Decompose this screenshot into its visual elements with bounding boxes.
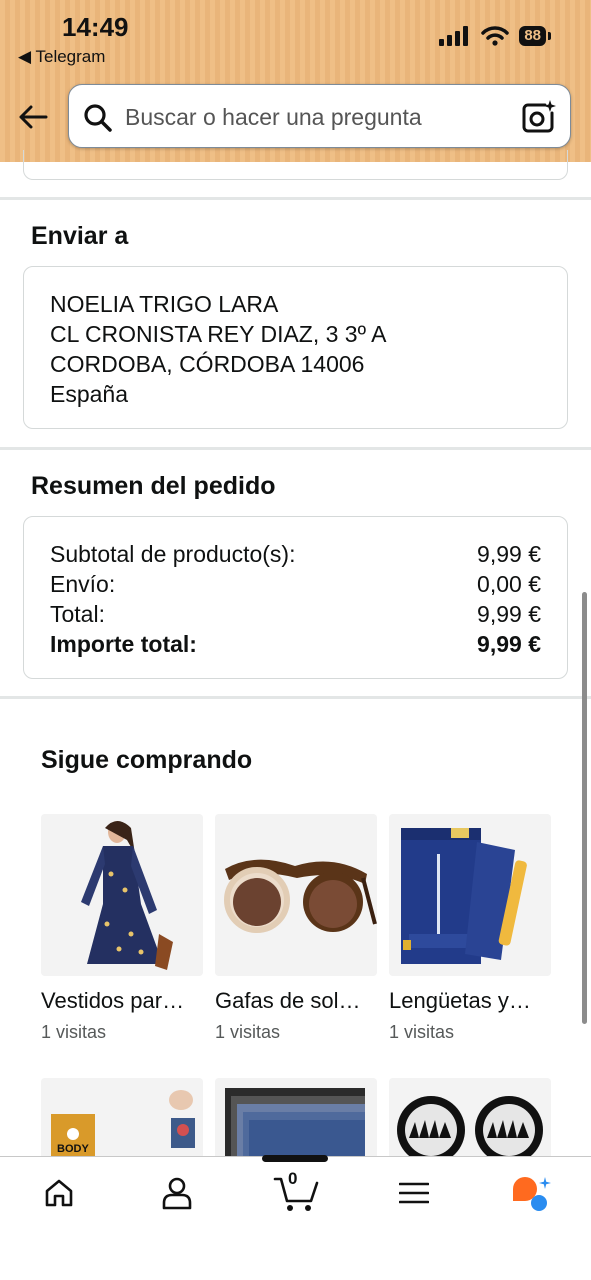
camera-search-icon[interactable] xyxy=(520,99,556,135)
address-name: NOELIA TRIGO LARA xyxy=(50,291,279,317)
summary-row-total: Total: 9,99 € xyxy=(50,599,541,629)
section-divider xyxy=(0,447,591,450)
rufus-assistant-icon xyxy=(513,1177,551,1211)
product-card[interactable]: Lengüetas y… 1 visitas xyxy=(389,814,551,1043)
summary-row-grand-total: Importe total: 9,99 € xyxy=(50,629,541,659)
search-bar[interactable] xyxy=(68,84,571,148)
product-image-body[interactable]: BODY xyxy=(41,1078,203,1168)
product-name[interactable]: Lengüetas y… xyxy=(389,988,551,1014)
cart-count-badge: 0 xyxy=(288,1169,298,1188)
summary-value: 0,00 € xyxy=(477,571,541,597)
product-name[interactable]: Vestidos par… xyxy=(41,988,203,1014)
summary-row-shipping: Envío: 0,00 € xyxy=(50,569,541,599)
product-image-mirrors[interactable] xyxy=(389,1078,551,1168)
section-divider xyxy=(0,197,591,200)
nav-cart[interactable]: 0 xyxy=(266,1169,326,1215)
address-street: CL CRONISTA REY DIAZ, 3 3º A xyxy=(50,321,387,347)
previous-card-edge xyxy=(23,150,568,180)
wifi-icon xyxy=(481,26,510,46)
nav-menu[interactable] xyxy=(384,1171,444,1215)
scroll-handle xyxy=(262,1155,328,1162)
product-visits: 1 visitas xyxy=(215,1022,281,1042)
address-city: CORDOBA, CÓRDOBA 14006 xyxy=(50,351,365,377)
summary-label: Subtotal de producto(s): xyxy=(50,541,296,567)
home-icon xyxy=(45,1179,73,1207)
order-summary-title: Resumen del pedido xyxy=(31,472,276,500)
shipping-address-card: NOELIA TRIGO LARA CL CRONISTA REY DIAZ, … xyxy=(23,266,568,429)
bottom-navigation: 0 xyxy=(0,1156,591,1280)
product-card[interactable]: Gafas de sol… 1 visitas xyxy=(215,814,377,1043)
battery-tip xyxy=(548,32,551,40)
nav-home[interactable] xyxy=(29,1171,89,1215)
menu-icon xyxy=(399,1182,429,1204)
status-time: 14:49 xyxy=(62,12,129,42)
product-visits: 1 visitas xyxy=(389,1022,455,1042)
summary-value: 9,99 € xyxy=(477,541,541,567)
ship-to-title: Enviar a xyxy=(31,222,129,250)
summary-label: Total: xyxy=(50,601,105,627)
back-to-telegram-link[interactable]: ◀ Telegram xyxy=(18,47,105,67)
address-country: España xyxy=(50,381,129,407)
cellular-signal-icon xyxy=(439,26,469,46)
product-visits: 1 visitas xyxy=(41,1022,107,1042)
scrollbar[interactable] xyxy=(582,592,587,1024)
status-icons: 88 xyxy=(439,26,551,46)
keep-shopping-title: Sigue comprando xyxy=(41,746,253,774)
summary-value: 9,99 € xyxy=(477,631,541,657)
app-header: 14:49 ◀ Telegram 88 xyxy=(0,0,591,162)
order-summary-card: Subtotal de producto(s): 9,99 € Envío: 0… xyxy=(23,516,568,679)
summary-value: 9,99 € xyxy=(477,601,541,627)
battery-indicator: 88 xyxy=(519,26,546,46)
summary-row-subtotal: Subtotal de producto(s): 9,99 € xyxy=(50,539,541,569)
back-arrow-icon[interactable] xyxy=(16,100,50,134)
nav-account[interactable] xyxy=(147,1171,207,1215)
nav-assistant[interactable] xyxy=(500,1171,560,1215)
product-card[interactable]: Vestidos par… 1 visitas xyxy=(41,814,203,1043)
product-image-sunglasses[interactable] xyxy=(215,814,377,976)
summary-label: Importe total: xyxy=(50,631,197,657)
product-name[interactable]: Gafas de sol… xyxy=(215,988,377,1014)
account-icon xyxy=(162,1177,192,1210)
search-input[interactable] xyxy=(125,99,505,135)
product-badge-text: BODY xyxy=(57,1143,89,1155)
product-image-dress[interactable] xyxy=(41,814,203,976)
search-icon xyxy=(84,104,112,132)
product-image-reeds[interactable] xyxy=(389,814,551,976)
summary-label: Envío: xyxy=(50,571,116,597)
section-divider xyxy=(0,696,591,699)
